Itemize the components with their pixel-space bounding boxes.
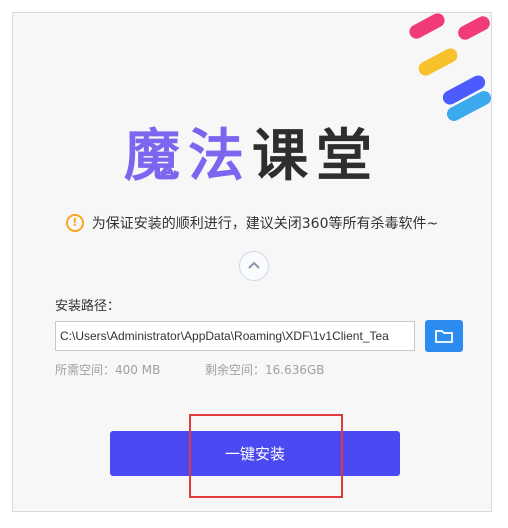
app-title: 魔法课堂 xyxy=(13,111,491,192)
decorative-stripe xyxy=(406,13,448,42)
remaining-space: 剩余空间：16.636GB xyxy=(205,363,325,377)
collapse-button[interactable] xyxy=(239,251,269,281)
one-click-install-button[interactable]: 一键安装 xyxy=(110,431,400,476)
app-title-part2: 课堂 xyxy=(252,124,380,189)
chevron-up-icon xyxy=(248,261,260,269)
app-title-part1: 魔法 xyxy=(124,124,252,189)
installer-window: 魔法课堂 ! 为保证安装的顺利进行，建议关闭360等所有杀毒软件~ 安装路径： … xyxy=(12,12,492,512)
antivirus-notice: ! 为保证安装的顺利进行，建议关闭360等所有杀毒软件~ xyxy=(13,213,491,233)
folder-icon xyxy=(435,330,453,343)
warning-icon: ! xyxy=(65,214,84,232)
required-space: 所需空间：400 MB xyxy=(55,363,161,377)
browse-folder-button[interactable] xyxy=(425,320,463,352)
decorative-stripe xyxy=(455,13,491,43)
install-path-input[interactable]: C:\Users\Administrator\AppData\Roaming\X… xyxy=(55,321,415,351)
notice-text: 为保证安装的顺利进行，建议关闭360等所有杀毒软件~ xyxy=(91,216,439,232)
install-path-label: 安装路径： xyxy=(55,299,121,314)
decorative-stripe xyxy=(416,45,460,79)
